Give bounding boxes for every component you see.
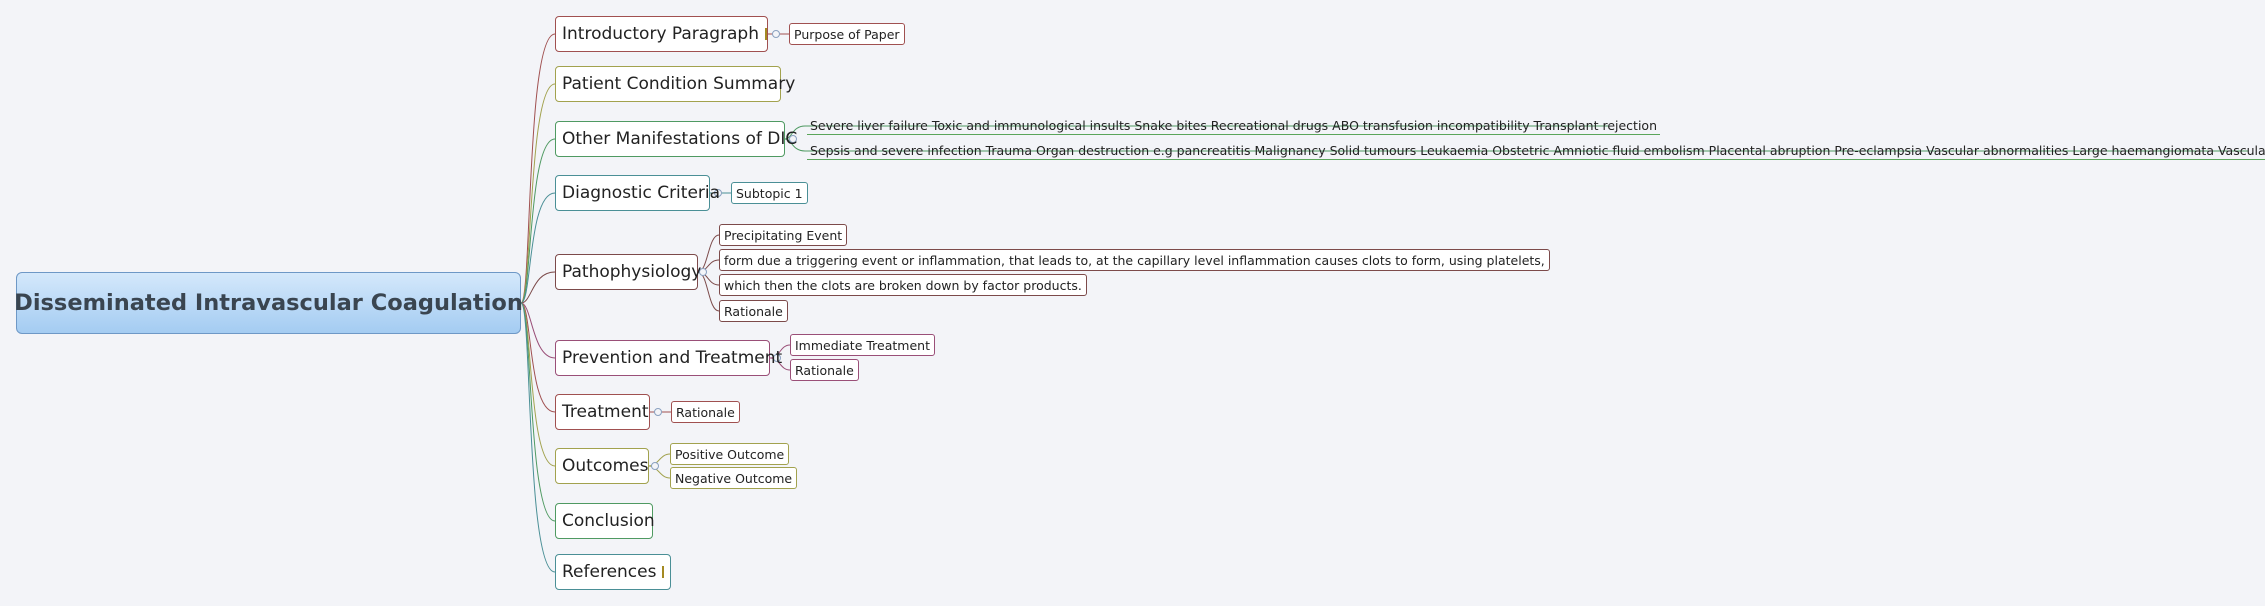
- topic-outcomes[interactable]: Outcomes: [555, 448, 649, 484]
- topic-treatment[interactable]: Treatment: [555, 394, 650, 430]
- note-icon[interactable]: [662, 566, 665, 578]
- topic-pathophysiology[interactable]: Pathophysiology: [555, 254, 702, 290]
- subtopic-purpose-of-paper[interactable]: Purpose of Paper: [789, 23, 905, 45]
- subtopic-clot-formation[interactable]: form due a triggering event or inflammat…: [719, 249, 1550, 271]
- subtopic-manifestations-2[interactable]: Sepsis and severe infection Trauma Organ…: [807, 143, 2265, 160]
- link-intro: [520, 33, 556, 304]
- collapse-toggle[interactable]: [651, 462, 659, 470]
- topic-prevention-treatment[interactable]: Prevention and Treatment: [555, 340, 782, 376]
- topic-label: References: [562, 562, 657, 582]
- subtopic-manifestations-1[interactable]: Severe liver failure Toxic and immunolog…: [807, 118, 1660, 135]
- topic-conclusion[interactable]: Conclusion: [555, 503, 655, 539]
- subtopic-immediate-treatment[interactable]: Immediate Treatment: [790, 334, 935, 356]
- topic-diagnostic-criteria[interactable]: Diagnostic Criteria: [555, 175, 720, 211]
- subtopic-1[interactable]: Subtopic 1: [731, 182, 808, 204]
- topic-label: Treatment: [562, 402, 649, 422]
- topic-label: Other Manifestations of DIC: [562, 129, 798, 149]
- topic-label: Pathophysiology: [562, 262, 702, 282]
- topic-label: Diagnostic Criteria: [562, 183, 721, 203]
- topic-references[interactable]: References: [555, 554, 671, 590]
- collapse-toggle[interactable]: [654, 408, 662, 416]
- central-topic[interactable]: Disseminated Intravascular Coagulation: [14, 272, 523, 334]
- mind-map: Disseminated Intravascular Coagulation I…: [0, 0, 2265, 606]
- subtopic-precipitating-event[interactable]: Precipitating Event: [719, 224, 848, 246]
- topic-other-manifestations[interactable]: Other Manifestations of DIC: [555, 121, 797, 157]
- subtopic-rationale[interactable]: Rationale: [671, 401, 740, 423]
- topic-label: Introductory Paragraph: [562, 24, 759, 44]
- subtopic-clot-breakdown[interactable]: which then the clots are broken down by …: [719, 274, 1087, 296]
- subtopic-rationale[interactable]: Rationale: [790, 359, 859, 381]
- topic-label: Outcomes: [562, 456, 649, 476]
- subtopic-positive-outcome[interactable]: Positive Outcome: [670, 443, 790, 465]
- topic-label: Prevention and Treatment: [562, 348, 783, 368]
- topic-patient-condition-summary[interactable]: Patient Condition Summary: [555, 66, 795, 102]
- subtopic-rationale[interactable]: Rationale: [719, 300, 788, 322]
- note-icon[interactable]: [764, 28, 767, 40]
- subtopic-negative-outcome[interactable]: Negative Outcome: [670, 467, 798, 489]
- topic-label: Conclusion: [562, 511, 655, 531]
- topic-introductory-paragraph[interactable]: Introductory Paragraph: [555, 16, 768, 52]
- topic-label: Patient Condition Summary: [562, 74, 796, 94]
- collapse-toggle[interactable]: [772, 30, 780, 38]
